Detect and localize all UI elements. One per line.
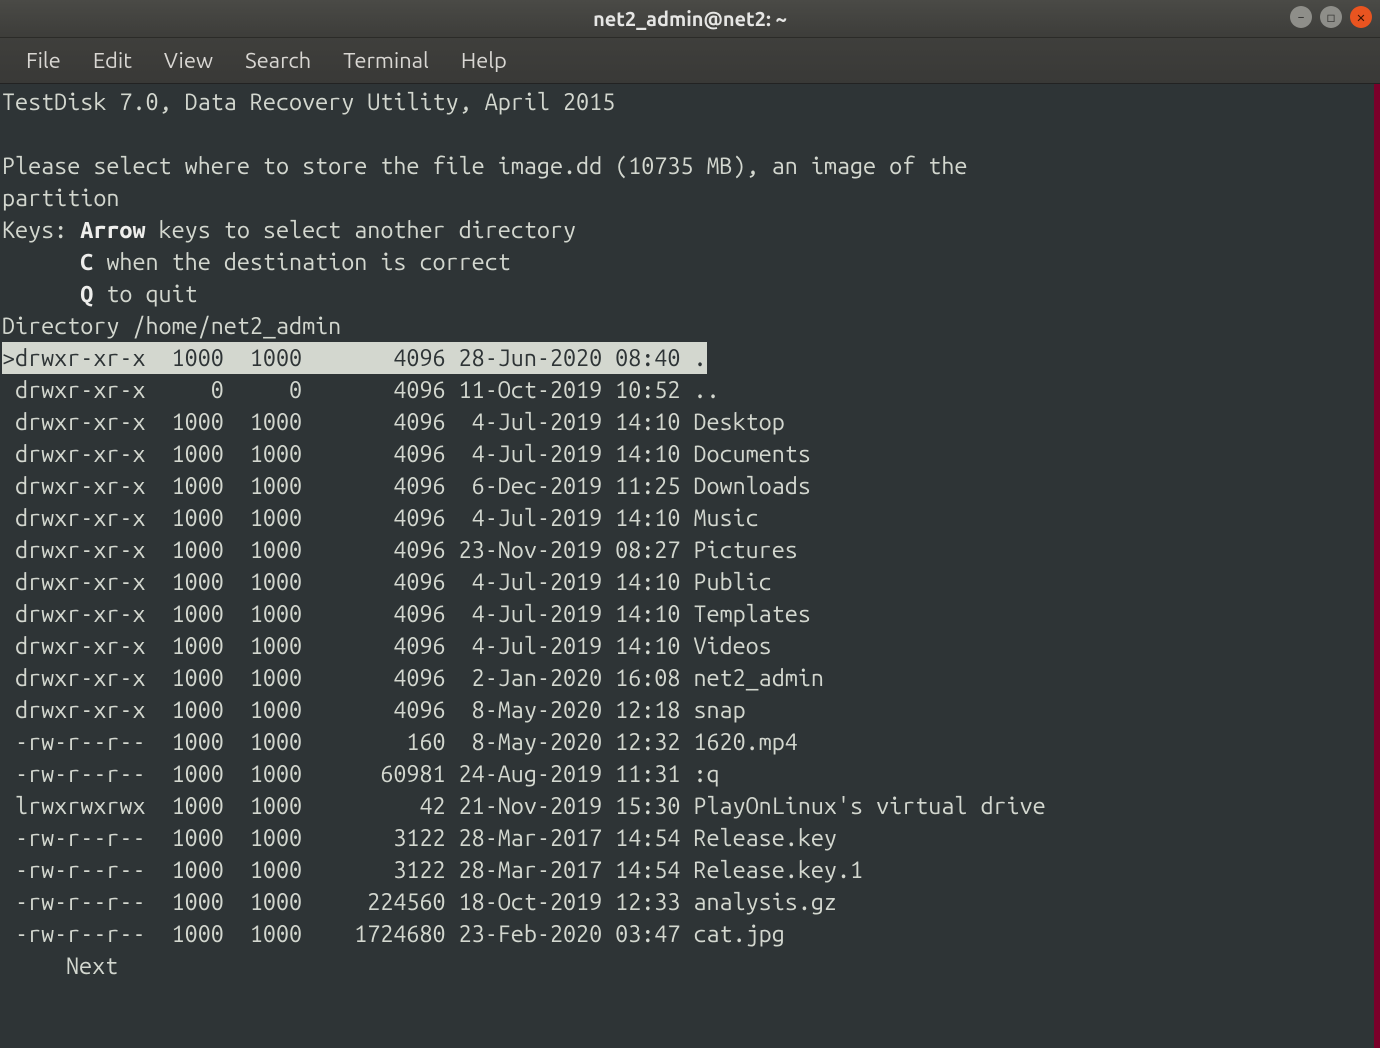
- file-row[interactable]: drwxr-xr-x 1000 1000 4096 4-Jul-2019 14:…: [2, 598, 1372, 630]
- file-row[interactable]: -rw-r--r-- 1000 1000 160 8-May-2020 12:3…: [2, 726, 1372, 758]
- menu-edit[interactable]: Edit: [79, 44, 146, 77]
- file-row[interactable]: -rw-r--r-- 1000 1000 3122 28-Mar-2017 14…: [2, 854, 1372, 886]
- directory-line: Directory /home/net2_admin: [2, 310, 1372, 342]
- menu-file[interactable]: File: [12, 44, 75, 77]
- keys-q-line: Q to quit: [2, 278, 1372, 310]
- file-row[interactable]: -rw-r--r-- 1000 1000 3122 28-Mar-2017 14…: [2, 822, 1372, 854]
- scrollbar[interactable]: [1374, 84, 1380, 1048]
- minimize-icon[interactable]: –: [1290, 6, 1312, 28]
- blank-line: [2, 118, 1372, 150]
- menu-terminal[interactable]: Terminal: [329, 44, 443, 77]
- file-row[interactable]: drwxr-xr-x 1000 1000 4096 8-May-2020 12:…: [2, 694, 1372, 726]
- menu-search[interactable]: Search: [231, 44, 325, 77]
- titlebar[interactable]: net2_admin@net2: ~ – ◻ ✕: [0, 0, 1380, 38]
- menubar: File Edit View Search Terminal Help: [0, 38, 1380, 84]
- terminal-area[interactable]: TestDisk 7.0, Data Recovery Utility, Apr…: [0, 84, 1380, 1048]
- file-row[interactable]: >drwxr-xr-x 1000 1000 4096 28-Jun-2020 0…: [2, 342, 1372, 374]
- menu-view[interactable]: View: [150, 44, 227, 77]
- keys-arrow-line: Keys: Arrow keys to select another direc…: [2, 214, 1372, 246]
- file-row[interactable]: drwxr-xr-x 1000 1000 4096 4-Jul-2019 14:…: [2, 438, 1372, 470]
- terminal-body[interactable]: TestDisk 7.0, Data Recovery Utility, Apr…: [0, 84, 1374, 1048]
- prompt-line-1: Please select where to store the file im…: [2, 150, 1372, 182]
- file-row[interactable]: drwxr-xr-x 1000 1000 4096 4-Jul-2019 14:…: [2, 566, 1372, 598]
- file-row[interactable]: drwxr-xr-x 1000 1000 4096 6-Dec-2019 11:…: [2, 470, 1372, 502]
- window-controls: – ◻ ✕: [1290, 6, 1372, 28]
- prompt-line-2: partition: [2, 182, 1372, 214]
- file-row[interactable]: lrwxrwxrwx 1000 1000 42 21-Nov-2019 15:3…: [2, 790, 1372, 822]
- file-row[interactable]: -rw-r--r-- 1000 1000 224560 18-Oct-2019 …: [2, 886, 1372, 918]
- next-action[interactable]: Next: [2, 950, 1372, 982]
- file-row[interactable]: drwxr-xr-x 1000 1000 4096 4-Jul-2019 14:…: [2, 406, 1372, 438]
- window-title: net2_admin@net2: ~: [593, 7, 787, 30]
- file-row[interactable]: drwxr-xr-x 0 0 4096 11-Oct-2019 10:52 ..: [2, 374, 1372, 406]
- maximize-icon[interactable]: ◻: [1320, 6, 1342, 28]
- file-row[interactable]: drwxr-xr-x 1000 1000 4096 4-Jul-2019 14:…: [2, 630, 1372, 662]
- app-version-line: TestDisk 7.0, Data Recovery Utility, Apr…: [2, 86, 1372, 118]
- menu-help[interactable]: Help: [447, 44, 521, 77]
- file-row[interactable]: -rw-r--r-- 1000 1000 1724680 23-Feb-2020…: [2, 918, 1372, 950]
- file-row[interactable]: drwxr-xr-x 1000 1000 4096 4-Jul-2019 14:…: [2, 502, 1372, 534]
- file-row[interactable]: drwxr-xr-x 1000 1000 4096 23-Nov-2019 08…: [2, 534, 1372, 566]
- terminal-window: net2_admin@net2: ~ – ◻ ✕ File Edit View …: [0, 0, 1380, 1048]
- file-row[interactable]: -rw-r--r-- 1000 1000 60981 24-Aug-2019 1…: [2, 758, 1372, 790]
- close-icon[interactable]: ✕: [1350, 6, 1372, 28]
- keys-c-line: C when the destination is correct: [2, 246, 1372, 278]
- file-row[interactable]: drwxr-xr-x 1000 1000 4096 2-Jan-2020 16:…: [2, 662, 1372, 694]
